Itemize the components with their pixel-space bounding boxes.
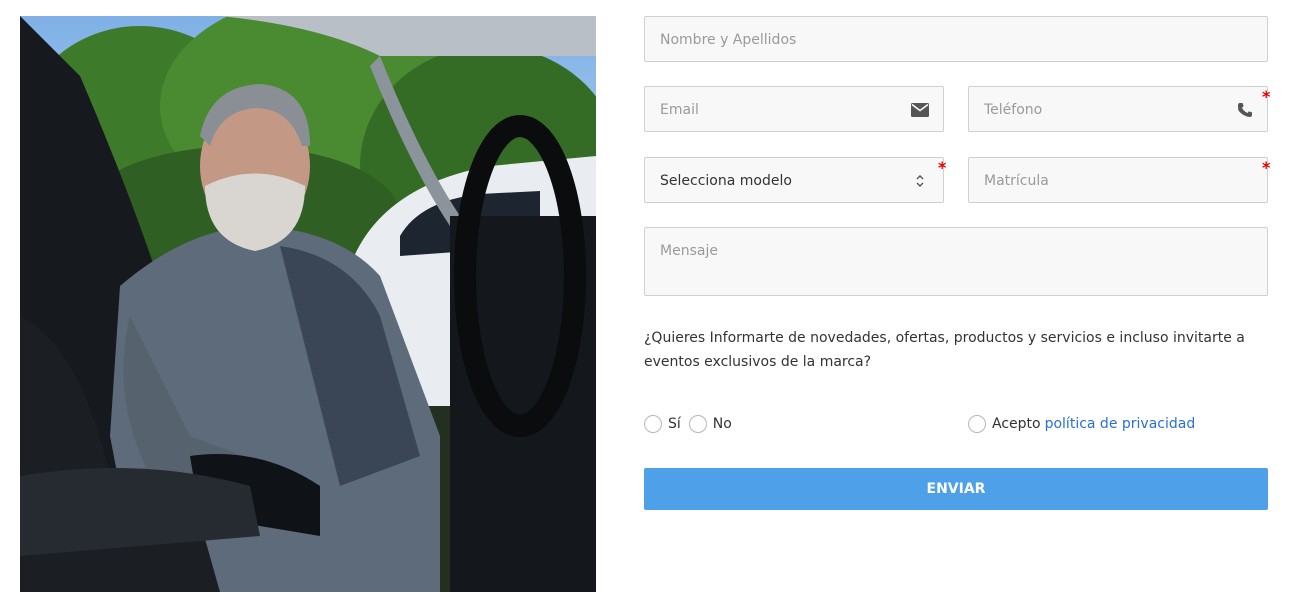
message-textarea[interactable]: Mensaje: [644, 227, 1268, 296]
email-placeholder: Email: [660, 102, 699, 118]
model-select[interactable]: Selecciona modelo: [644, 157, 944, 203]
privacy-consent: Acepto política de privacidad: [968, 414, 1195, 434]
phone-icon: [1238, 103, 1252, 117]
plate-placeholder: Matrícula: [984, 173, 1049, 189]
model-select-value: Selecciona modelo: [660, 173, 792, 189]
chevron-up-down-icon: [916, 175, 924, 187]
email-field[interactable]: Email: [644, 86, 944, 132]
plate-required-mark: *: [1262, 158, 1271, 177]
radio-yes-label[interactable]: Sí: [668, 416, 681, 432]
model-required-mark: *: [938, 158, 947, 177]
radio-no[interactable]: [688, 415, 707, 433]
hero-photo: [20, 16, 596, 592]
phone-required-mark: *: [1262, 87, 1271, 106]
envelope-icon: [911, 103, 929, 117]
radio-privacy-accept[interactable]: [968, 415, 986, 433]
name-placeholder: Nombre y Apellidos: [660, 32, 797, 48]
privacy-policy-link[interactable]: política de privacidad: [1045, 416, 1196, 432]
name-field[interactable]: Nombre y Apellidos: [644, 16, 1268, 62]
phone-placeholder: Teléfono: [984, 102, 1043, 118]
phone-field[interactable]: Teléfono: [968, 86, 1268, 132]
radio-no-label[interactable]: No: [713, 416, 732, 432]
marketing-question: ¿Quieres Informarte de novedades, oferta…: [644, 330, 1245, 370]
message-placeholder: Mensaje: [660, 243, 718, 259]
submit-button[interactable]: ENVIAR: [644, 468, 1268, 510]
privacy-accept-label[interactable]: Acepto: [992, 416, 1041, 432]
radio-yes[interactable]: [644, 415, 662, 433]
plate-field[interactable]: Matrícula: [968, 157, 1268, 203]
marketing-radio-group: Sí No: [644, 414, 740, 434]
